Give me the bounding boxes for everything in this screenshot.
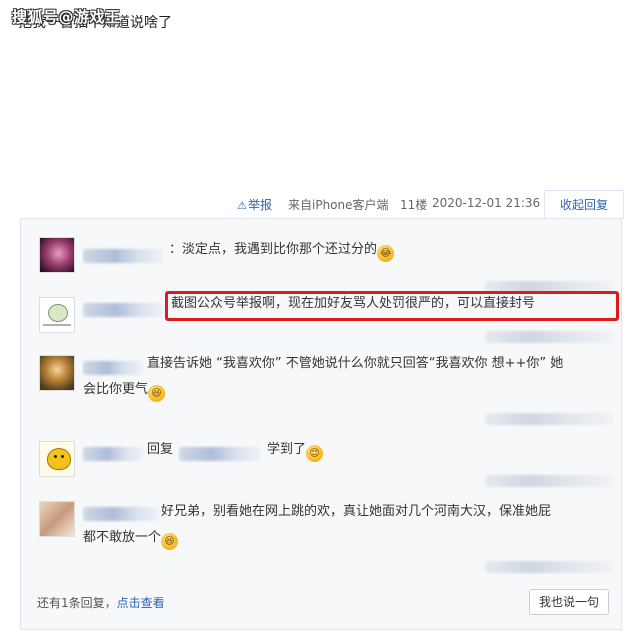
reply-content-continued: 都不敢放一个 😆 — [83, 525, 179, 551]
reply-button[interactable]: 我也说一句 — [529, 589, 609, 615]
username-blurred[interactable] — [83, 303, 165, 317]
avatar[interactable] — [39, 297, 75, 333]
cry-laugh-icon: 😂 — [377, 245, 395, 262]
reply-content: 回复 — [147, 442, 174, 457]
username-blurred[interactable] — [83, 249, 163, 263]
reply-content: ：淡定点，我遇到比你那个还过分的 😂 — [169, 237, 395, 263]
avatar[interactable] — [39, 237, 75, 273]
warning-icon: ⚠ — [237, 199, 247, 212]
watermark: 搜狐号@游戏王 — [12, 8, 121, 26]
username-blurred[interactable] — [83, 447, 143, 461]
view-more-link[interactable]: 点击查看 — [117, 596, 165, 610]
reply-content: 好兄弟，别看她在网上跳的欢，真让她面对几个河南大汉，保准她屁 — [161, 504, 552, 519]
laugh-icon: 😆 — [148, 385, 166, 402]
floor-label: 11楼 — [400, 198, 428, 212]
client-label: 来自iPhone客户端 — [288, 198, 389, 212]
laugh-icon: 😆 — [161, 533, 179, 550]
highlight-box — [165, 291, 619, 321]
more-replies: 还有1条回复，点击查看 — [37, 594, 165, 611]
reply-content-continued: 会比你更气 😆 — [83, 377, 166, 403]
more-replies-text: 还有1条回复， — [37, 596, 117, 610]
reply-content: 学到了 😊 — [267, 437, 324, 463]
reply-content: 直接告诉她 “我喜欢你” 不管她说什么你就只回答“我喜欢你 想++你” 她 — [147, 356, 564, 371]
reply-meta-blurred — [485, 331, 613, 343]
avatar[interactable] — [39, 355, 75, 391]
smile-icon: 😊 — [306, 445, 324, 462]
username-blurred[interactable] — [83, 361, 143, 375]
username-blurred[interactable] — [83, 507, 159, 521]
mentioned-user-blurred[interactable] — [179, 447, 261, 461]
reply-panel: ：淡定点，我遇到比你那个还过分的 😂 截图公众号举报啊，现在加好友骂人处罚很严的，… — [20, 218, 622, 630]
reply-meta-blurred — [485, 475, 613, 487]
reply-meta-blurred — [485, 413, 613, 425]
avatar[interactable] — [39, 441, 75, 477]
report-link[interactable]: ⚠举报 — [236, 196, 272, 213]
avatar[interactable] — [39, 501, 75, 537]
reply-meta-blurred — [485, 561, 613, 573]
report-label: 举报 — [248, 198, 273, 212]
collapse-replies-button[interactable]: 收起回复 — [544, 190, 624, 219]
post-time: 2020-12-01 21:36 — [432, 196, 541, 210]
